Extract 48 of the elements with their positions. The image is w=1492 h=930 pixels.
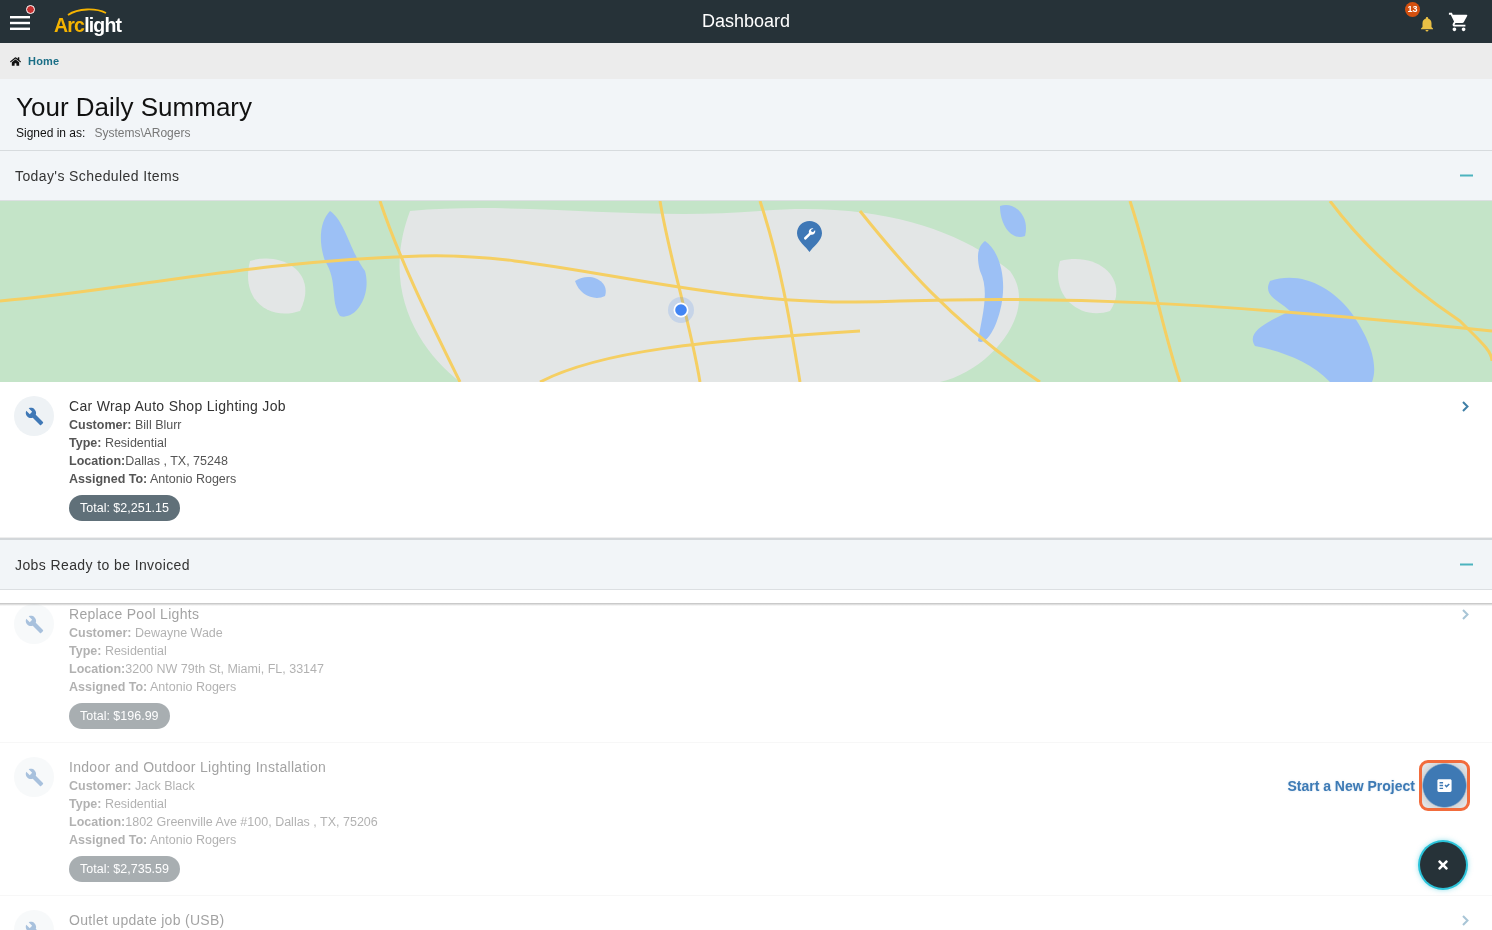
new-project-button[interactable] xyxy=(1419,760,1470,811)
signed-in-user: Systems\ARogers xyxy=(94,125,191,141)
summary-title: Your Daily Summary xyxy=(16,92,253,122)
job-title: Outlet update job (USB) xyxy=(69,911,225,930)
job-detail: Location:1802 Greenville Ave #100, Dallas , TX, 75206 xyxy=(69,814,378,831)
breadcrumb-link[interactable]: Home xyxy=(28,55,60,67)
total-badge: Total: $196.99 xyxy=(69,703,170,729)
wrench-icon xyxy=(14,757,54,797)
job-title: Car Wrap Auto Shop Lighting Job xyxy=(69,397,286,416)
job-detail: Assigned To: Antonio Rogers xyxy=(69,832,237,849)
menu-icon xyxy=(10,15,30,30)
job-detail: Location:3200 NW 79th St, Miami, FL, 33147 xyxy=(69,661,324,678)
page-title: Dashboard xyxy=(701,11,791,32)
job-detail: Type: Residential xyxy=(69,435,167,452)
close-button[interactable] xyxy=(1420,842,1466,888)
menu-button[interactable] xyxy=(10,15,30,30)
close-icon xyxy=(1436,858,1450,872)
section-title: Today's Scheduled Items xyxy=(15,167,180,184)
job-detail: Assigned To: Antonio Rogers xyxy=(69,679,237,696)
section-header[interactable]: Today's Scheduled Items xyxy=(0,151,1492,201)
total-badge: Total: $2,735.59 xyxy=(69,856,180,882)
signed-in-label: Signed in as: xyxy=(16,125,86,141)
wrench-icon xyxy=(14,604,54,644)
total-badge: Total: $2,251.15 xyxy=(69,495,180,521)
section-title: Jobs Ready to be Invoiced xyxy=(15,556,190,573)
job-detail: Assigned To: Antonio Rogers xyxy=(69,471,237,488)
wrench-icon xyxy=(14,396,54,436)
job-detail: Type: Residential xyxy=(69,796,167,813)
job-detail: Customer: Jack Black xyxy=(69,778,195,795)
map-pin-icon[interactable] xyxy=(797,221,822,252)
checklist-icon xyxy=(1436,777,1453,794)
location-dot-icon xyxy=(668,297,694,323)
job-detail: Customer: Dewayne Wade xyxy=(69,625,223,642)
notification-badge: 13 xyxy=(1405,1,1420,17)
job-detail: Customer: Bill Blurr xyxy=(69,417,182,434)
job-title: Replace Pool Lights xyxy=(69,605,200,624)
logo-text: Arclight xyxy=(54,12,122,37)
job-detail: Type: Residential xyxy=(69,643,167,660)
chevron-right-icon[interactable] xyxy=(1461,401,1469,412)
logo-arc-icon xyxy=(67,7,107,16)
job-detail: Location:Dallas , TX, 75248 xyxy=(69,453,228,470)
home-icon xyxy=(10,55,21,67)
cart-button[interactable] xyxy=(1448,10,1470,33)
fab-action-label[interactable]: Start a New Project xyxy=(1287,777,1415,794)
job-title: Indoor and Outdoor Lighting Installation xyxy=(69,758,327,777)
section-header[interactable]: Jobs Ready to be Invoiced xyxy=(0,538,1492,590)
bell-icon[interactable] xyxy=(1418,14,1436,33)
cart-icon xyxy=(1448,10,1470,33)
